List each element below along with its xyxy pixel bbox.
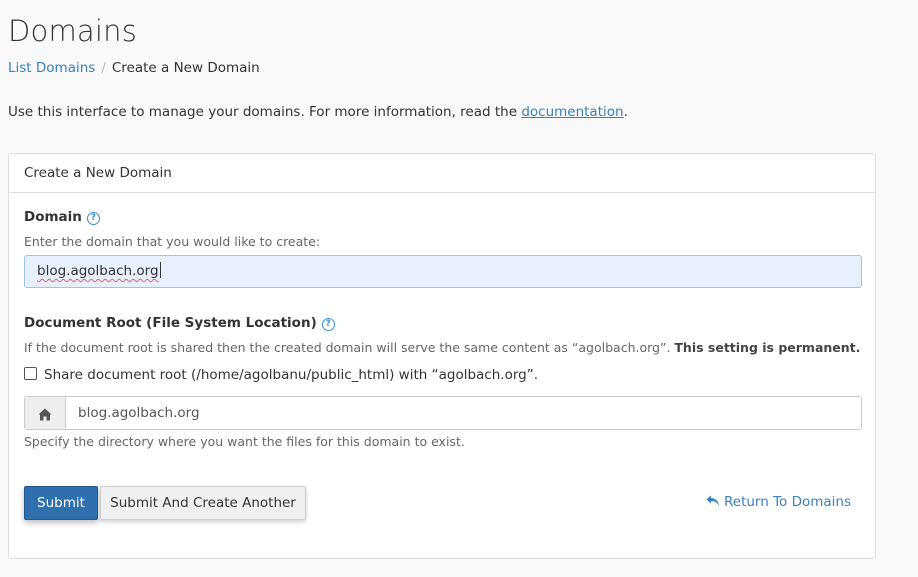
submit-button[interactable]: Submit [24,486,98,520]
documentation-link[interactable]: documentation [521,104,623,120]
document-root-permanent-note: This setting is permanent. [674,340,861,355]
domain-help-icon[interactable]: ? [86,212,100,225]
domain-input[interactable]: blog.agolbach.org [24,255,862,288]
page: Domains List Domains / Create a New Domain… [0,0,918,577]
reply-arrow-icon [706,495,720,511]
domain-input-value: blog.agolbach.org [37,263,159,279]
document-root-help-text: If the document root is shared then the … [24,340,860,355]
intro-suffix: . [623,104,628,120]
breadcrumb-current: Create a New Domain [111,60,260,76]
submit-and-create-another-button[interactable]: Submit And Create Another [100,486,306,520]
share-docroot-checkbox[interactable] [24,367,37,380]
document-root-help-icon[interactable]: ? [321,318,335,331]
document-root-help-sentence: If the document root is shared then the … [24,340,671,355]
domain-help-text: Enter the domain that you would like to … [24,234,321,249]
breadcrumb-link-list-domains[interactable]: List Domains [8,60,95,76]
text-caret [159,262,161,278]
home-icon [38,406,52,425]
panel-title: Create a New Domain [24,165,172,181]
document-root-addon [25,397,66,429]
share-docroot-row[interactable]: Share document root (/home/agolbanu/publ… [24,367,538,383]
breadcrumb: List Domains / Create a New Domain [8,60,260,76]
share-docroot-label[interactable]: Share document root (/home/agolbanu/publ… [44,367,538,383]
panel-heading: Create a New Domain [9,154,875,193]
page-title: Domains [8,14,138,48]
create-domain-panel: Create a New Domain Domain? Enter the do… [8,153,876,559]
return-to-domains-label[interactable]: Return To Domains [724,494,851,510]
document-root-input[interactable]: blog.agolbach.org [66,397,861,429]
intro-text: Use this interface to manage your domain… [8,104,628,120]
document-root-label: Document Root (File System Location)? [24,315,335,331]
document-root-label-text: Document Root (File System Location) [24,315,317,331]
document-root-hint: Specify the directory where you want the… [24,434,465,449]
domain-label-text: Domain [24,209,82,225]
intro-sentence: Use this interface to manage your domain… [8,104,518,120]
document-root-input-group: blog.agolbach.org [24,396,862,430]
domain-label: Domain? [24,209,100,225]
breadcrumb-separator: / [101,60,106,76]
return-to-domains-link[interactable]: Return To Domains [706,494,851,511]
